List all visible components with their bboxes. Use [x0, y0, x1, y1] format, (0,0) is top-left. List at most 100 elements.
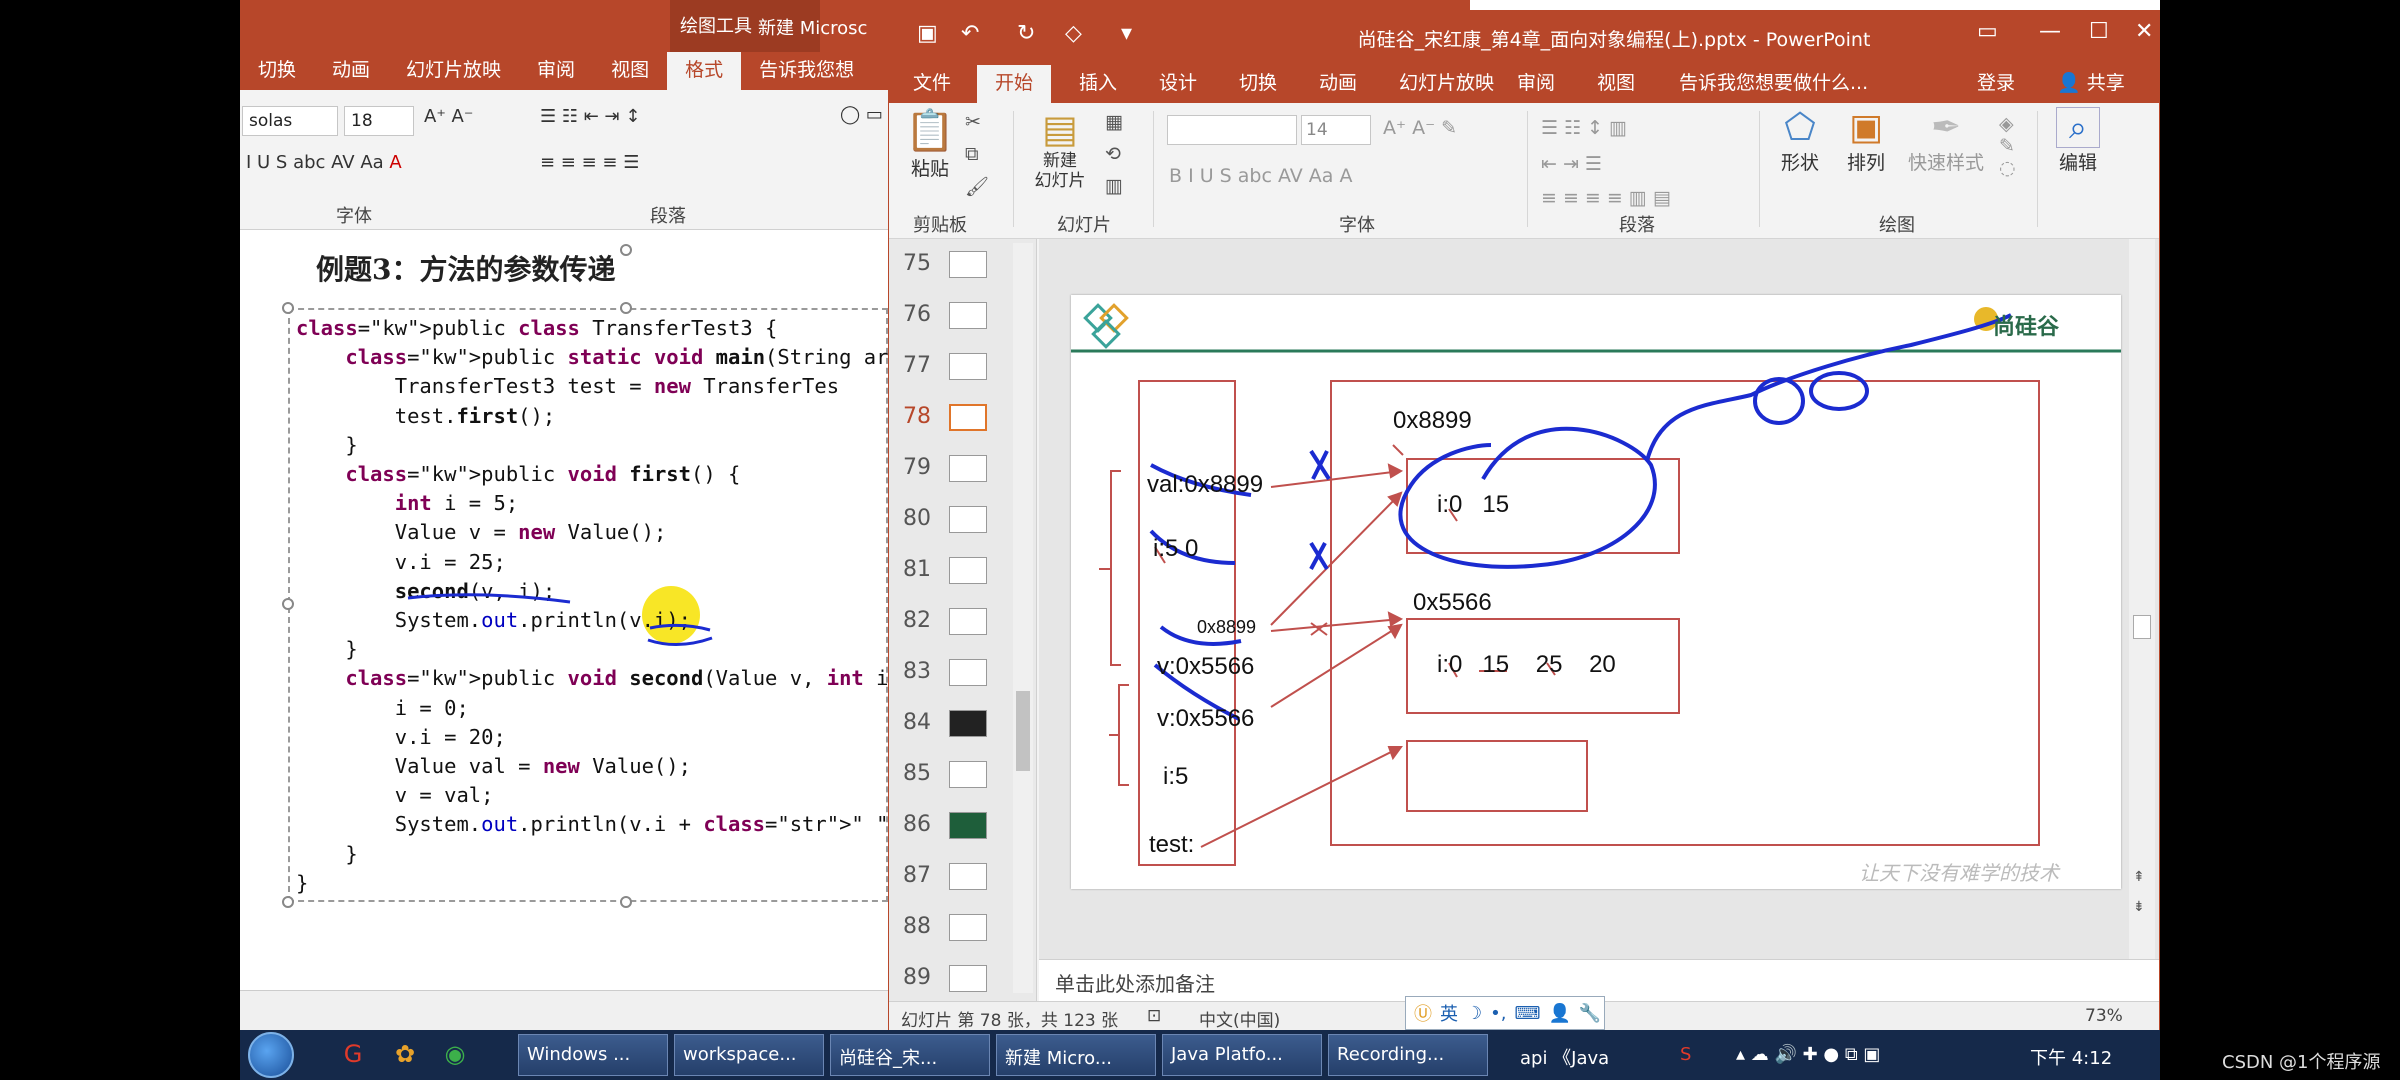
thumbnail-scrollbar[interactable]	[1013, 243, 1033, 993]
start-button[interactable]	[248, 1032, 294, 1078]
minimize-icon[interactable]: —	[2039, 19, 2061, 44]
grow-font-icon[interactable]: A⁺ A⁻ ✎	[1383, 117, 1457, 139]
ribbon-display-icon[interactable]: ▭	[1977, 19, 1998, 44]
font-size-box[interactable]: 14	[1301, 115, 1371, 145]
heap1-address: 0x8899	[1393, 407, 1472, 434]
font-name-box[interactable]: solas	[242, 106, 338, 136]
tab-file[interactable]: 文件	[895, 65, 969, 103]
taskbar-window[interactable]: workspace...	[674, 1034, 824, 1076]
tray-icons[interactable]: ▴ ☁ 🔊 ✚ ● ⧉ ▣	[1736, 1044, 1880, 1065]
screen: 绘图工具 新建 Microsc 切换 动画 幻灯片放映 审阅 视图 格式 告诉我…	[240, 0, 2160, 1080]
chrome-icon[interactable]: ◉	[440, 1040, 470, 1070]
login-link[interactable]: 登录	[1959, 65, 2033, 103]
keyboard-icon[interactable]: ⌨	[1514, 1003, 1540, 1024]
user-icon[interactable]: 👤	[1548, 1003, 1570, 1024]
tab-view[interactable]: 视图	[1579, 65, 1653, 103]
tab-format[interactable]: 格式	[667, 52, 742, 90]
font-size-box[interactable]: 18	[344, 106, 414, 136]
align-icons[interactable]: ≡ ≡ ≡ ≡ ▥ ▤	[1541, 187, 1671, 209]
maximize-icon[interactable]: ☐	[2089, 19, 2109, 44]
tab-animations[interactable]: 动画	[1301, 65, 1375, 103]
font-name-box[interactable]	[1167, 115, 1297, 145]
tab-review[interactable]: 审阅	[1499, 65, 1573, 103]
current-slide[interactable]: 尚硅谷 让天下没有难学的技术 val:0x8899 i:5 0 v:0x5566…	[1071, 295, 2121, 889]
taskbar-window[interactable]: Windows ...	[518, 1034, 668, 1076]
align-icons[interactable]: ≡ ≡ ≡ ≡ ☰	[540, 152, 639, 173]
taskbar-window[interactable]: Recording...	[1328, 1034, 1488, 1076]
thumbnail-image	[949, 608, 987, 635]
thumbnail-number: 89	[903, 965, 931, 990]
quick-style-button[interactable]: ✒ 快速样式	[1901, 107, 1991, 175]
new-slide-button[interactable]: ▤ 新建 幻灯片	[1023, 107, 1097, 191]
thumbnail-image	[949, 404, 987, 431]
tab-slideshow[interactable]: 幻灯片放映	[388, 52, 519, 90]
thumbnail-image	[949, 659, 987, 686]
tab-insert[interactable]: 插入	[1061, 65, 1135, 103]
taskbar-window[interactable]: Java Platfo...	[1162, 1034, 1322, 1076]
app-icon-flower[interactable]: ✿	[390, 1040, 420, 1070]
list-icons[interactable]: ☰ ☷ ↕ ▥	[1541, 117, 1627, 139]
edit-button[interactable]: ⌕ 编辑	[2047, 107, 2109, 175]
reset-icon[interactable]: ⟲	[1105, 143, 1121, 165]
moon-icon[interactable]: ☽	[1466, 1003, 1482, 1024]
list-icons[interactable]: ☰ ☷ ⇤ ⇥ ↕	[540, 106, 640, 127]
ime-language[interactable]: 英	[1440, 1000, 1458, 1026]
arrange-icon: ▣	[1848, 107, 1883, 148]
tab-design[interactable]: 设计	[1141, 65, 1215, 103]
arrange-button[interactable]: ▣ 排列	[1835, 107, 1897, 175]
tab-view[interactable]: 视图	[593, 52, 667, 90]
tab-slideshow[interactable]: 幻灯片放映	[1381, 65, 1512, 103]
wrench-icon[interactable]: 🔧	[1579, 1003, 1601, 1024]
share-button[interactable]: 👤 共享	[2039, 65, 2143, 103]
next-slide-icon[interactable]: ⇟	[2133, 899, 2145, 915]
tab-transitions[interactable]: 切换	[240, 52, 314, 90]
taskbar-window[interactable]: 尚硅谷_宋...	[830, 1034, 990, 1076]
scrollbar-thumb[interactable]	[2133, 615, 2151, 639]
cut-icon[interactable]: ✂	[965, 111, 981, 133]
tab-review[interactable]: 审阅	[519, 52, 593, 90]
prev-slide-icon[interactable]: ⇞	[2133, 869, 2145, 885]
tell-me-search[interactable]: 告诉我您想要做什么...	[1661, 65, 1886, 103]
shape-fill-icons[interactable]: ◈ ✎ ◌	[1999, 113, 2016, 179]
heap1-value: i:0 15	[1437, 491, 1510, 518]
stack-entry: i:5 0	[1153, 535, 1199, 562]
thumbnail-image	[949, 914, 987, 941]
text-format-icons[interactable]: B I U S abc AV Aa A	[1169, 165, 1352, 187]
notes-pane[interactable]: 单击此处添加备注	[1039, 959, 2159, 1001]
indent-icons[interactable]: ⇤ ⇥ ☰	[1541, 153, 1602, 175]
clock: 下午 4:12	[2030, 1048, 2113, 1069]
ime-toolbar[interactable]: Ⓤ 英 ☽ •, ⌨ 👤 🔧	[1405, 996, 1605, 1030]
thumbnail-number: 87	[903, 863, 931, 888]
shape-button[interactable]: ⬠ 形状	[1769, 107, 1831, 175]
ribbon-tabs: 文件 开始 插入 设计 切换 动画 幻灯片放映 审阅 视图 告诉我您想要做什么.…	[889, 61, 2159, 103]
shapes-icon[interactable]: ◯ ▭	[840, 104, 883, 125]
close-icon[interactable]: ✕	[2135, 19, 2153, 44]
language-status[interactable]: 中文(中国)	[1199, 1006, 1280, 1031]
logo-diamond-icon	[1083, 303, 1129, 349]
editor-scrollbar[interactable]: ⇞ ⇟	[2129, 239, 2155, 959]
tab-tell-me[interactable]: 告诉我您想	[741, 52, 872, 90]
grow-font-icon[interactable]: A⁺ A⁻	[424, 106, 473, 127]
tab-animations[interactable]: 动画	[314, 52, 388, 90]
sogou-icon[interactable]: S	[1680, 1044, 1691, 1065]
text-format-icons[interactable]: I U S abc AV Aa A	[246, 152, 402, 173]
spell-check-icon[interactable]: ⊡	[1147, 1006, 1161, 1026]
scrollbar-thumb[interactable]	[1016, 691, 1030, 771]
layout-icon[interactable]: ▦	[1105, 111, 1123, 133]
pen-annotations	[407, 593, 713, 647]
tab-transitions[interactable]: 切换	[1221, 65, 1295, 103]
paste-button[interactable]: 📋 粘贴	[899, 107, 961, 181]
zoom-level[interactable]: 73%	[2085, 1006, 2123, 1026]
taskbar-window-label: 尚硅谷_宋...	[839, 1048, 938, 1069]
tab-home[interactable]: 开始	[977, 65, 1052, 103]
thumbnail-number: 75	[903, 251, 931, 276]
punctuation-icon[interactable]: •,	[1490, 1003, 1506, 1024]
format-painter-icon[interactable]: 🖌	[965, 175, 989, 198]
section-icon[interactable]: ▥	[1105, 175, 1123, 197]
copy-icon[interactable]: ⧉	[965, 143, 979, 165]
app-icon-g[interactable]: G	[338, 1040, 368, 1070]
thumbnail-number: 78	[903, 404, 931, 429]
group-paragraph-label: 段落	[650, 206, 686, 227]
search-icon: ⌕	[2056, 107, 2100, 148]
taskbar-window[interactable]: 新建 Micro...	[996, 1034, 1156, 1076]
